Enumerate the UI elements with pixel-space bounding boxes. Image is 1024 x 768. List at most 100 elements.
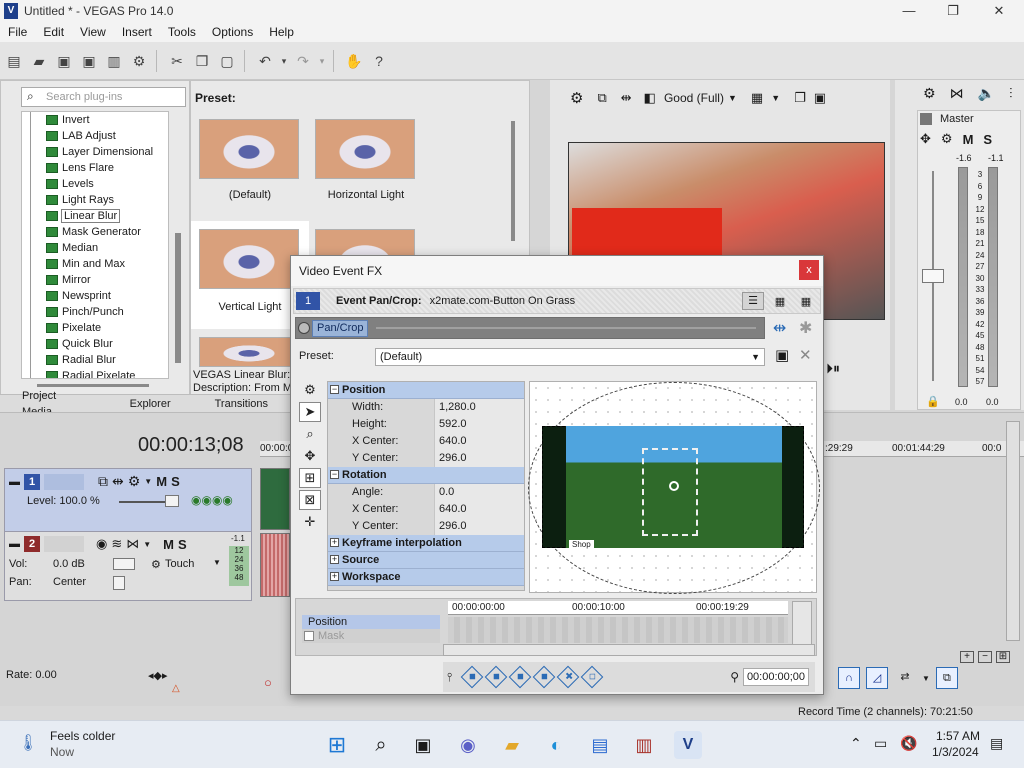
audio-pan-slider-handle[interactable] bbox=[113, 576, 125, 590]
undo-icon[interactable]: ↶ bbox=[254, 50, 276, 72]
cut-icon[interactable]: ✂ bbox=[166, 50, 188, 72]
clock-time[interactable]: 1:57 AM bbox=[936, 729, 980, 743]
plugin-item-mask-generator[interactable]: Mask Generator bbox=[22, 224, 168, 240]
menu-edit[interactable]: Edit bbox=[35, 22, 72, 42]
section-workspace[interactable]: + Workspace bbox=[328, 569, 524, 586]
section-keyframe-interpolation[interactable]: + Keyframe interpolation bbox=[328, 535, 524, 552]
downmix-icon[interactable]: ⫶ bbox=[1009, 85, 1013, 102]
lock-aspect-ratio-icon[interactable]: ⊠ bbox=[299, 490, 321, 510]
plugin-item-radial-blur[interactable]: Radial Blur bbox=[22, 352, 168, 368]
save-preset-icon[interactable]: ▣ bbox=[775, 346, 789, 364]
open-folder-icon[interactable]: ▰ bbox=[28, 50, 50, 72]
delete-preset-icon[interactable]: ✕ bbox=[799, 346, 812, 364]
play-icon[interactable]: ⏵⏸ bbox=[826, 360, 840, 377]
track-fx-gear-icon[interactable]: ⚙ bbox=[128, 473, 141, 490]
parent-composite-icons[interactable]: ◉◉◉◉ bbox=[191, 493, 233, 507]
task-view-icon[interactable]: ▣ bbox=[409, 731, 437, 759]
master-move-icon[interactable]: ✥ bbox=[920, 131, 931, 147]
ripple-edit-icon[interactable]: ✋ bbox=[343, 50, 365, 72]
prop-value[interactable]: 640.0 bbox=[434, 433, 524, 450]
mask-checkbox[interactable] bbox=[304, 631, 314, 641]
lock-icon[interactable]: 🔒 bbox=[926, 395, 940, 408]
move-freely-icon[interactable]: ✛ bbox=[299, 512, 321, 532]
expand-plus-icon[interactable]: + bbox=[330, 538, 339, 547]
chat-icon[interactable]: ◉ bbox=[454, 731, 482, 759]
prop-row-height[interactable]: Height: 592.0 bbox=[328, 416, 524, 433]
menu-file[interactable]: File bbox=[0, 22, 35, 42]
zoom-out-icon[interactable]: − bbox=[978, 651, 992, 663]
prop-value[interactable]: 640.0 bbox=[434, 501, 524, 518]
dialog-title-bar[interactable]: Video Event FX x bbox=[291, 256, 823, 286]
dialog-preset-dropdown[interactable]: (Default) ▼ bbox=[375, 348, 765, 366]
weather-icon[interactable]: 🌡 bbox=[18, 733, 38, 753]
minimize-button[interactable]: — bbox=[886, 0, 932, 22]
zoom-fit-icon[interactable]: ⊞ bbox=[996, 651, 1010, 663]
plugin-item-median[interactable]: Median bbox=[22, 240, 168, 256]
rate-slider-icon[interactable]: ◂◆▸ bbox=[148, 669, 168, 682]
video-event-clip[interactable] bbox=[260, 468, 290, 530]
ripple-mode-icon[interactable]: ⇄ bbox=[894, 667, 916, 689]
delete-keyframe-icon[interactable]: ◇ bbox=[580, 665, 604, 689]
chevron-up-icon[interactable]: ⌃ bbox=[850, 735, 862, 752]
tab-transitions[interactable]: Transitions bbox=[193, 396, 290, 412]
view-grid-icon[interactable]: ▦ bbox=[770, 295, 790, 308]
file-explorer-icon[interactable]: ▰ bbox=[498, 731, 526, 759]
plugin-item-quick-blur[interactable]: Quick Blur bbox=[22, 336, 168, 352]
preset-thumbnail-partial[interactable] bbox=[199, 337, 299, 367]
collapse-minus-icon[interactable]: − bbox=[330, 470, 339, 479]
plugin-item-levels[interactable]: Levels bbox=[22, 176, 168, 192]
options-gear-icon[interactable]: ⚙ bbox=[299, 380, 321, 400]
audio-fx-icon[interactable]: ⋈ bbox=[126, 536, 139, 552]
clock-date[interactable]: 1/3/2024 bbox=[932, 745, 979, 759]
prop-value[interactable]: 592.0 bbox=[434, 416, 524, 433]
audio-invert-icon[interactable]: ≋ bbox=[111, 536, 122, 552]
menu-options[interactable]: Options bbox=[204, 22, 261, 42]
plugin-item-pixelate[interactable]: Pixelate bbox=[22, 320, 168, 336]
render-icon[interactable]: ▥ bbox=[103, 50, 125, 72]
master-fx-icon[interactable]: ⋈ bbox=[950, 85, 964, 102]
prop-value[interactable]: 296.0 bbox=[434, 518, 524, 535]
speaker-icon[interactable]: 🔈 bbox=[978, 85, 995, 102]
enable-rotation-icon[interactable]: ✥ bbox=[299, 446, 321, 466]
view-detail-icon[interactable]: ▦ bbox=[796, 295, 816, 308]
zoom-in-icon[interactable]: + bbox=[960, 651, 974, 663]
compositing-mode-icon[interactable]: ⧉ bbox=[98, 473, 108, 490]
split-screen-icon[interactable]: ⧉ bbox=[597, 90, 606, 106]
master-fader-handle[interactable] bbox=[922, 269, 944, 283]
close-button[interactable]: ✕ bbox=[976, 0, 1022, 22]
next-keyframe-icon[interactable]: ◆ bbox=[508, 665, 532, 689]
whats-this-help-icon[interactable]: ? bbox=[368, 50, 390, 72]
menu-view[interactable]: View bbox=[72, 22, 114, 42]
master-mute-button[interactable]: M bbox=[963, 132, 974, 147]
weather-line1[interactable]: Feels colder bbox=[50, 729, 115, 743]
prop-value[interactable]: 296.0 bbox=[434, 450, 524, 467]
auto-crossfade-icon[interactable]: ◿ bbox=[866, 667, 888, 689]
menu-insert[interactable]: Insert bbox=[114, 22, 160, 42]
windows-start-icon[interactable]: ⊞ bbox=[323, 731, 351, 759]
plugin-item-invert[interactable]: Invert bbox=[22, 112, 168, 128]
preview-settings-gear-icon[interactable]: ⚙ bbox=[570, 89, 583, 107]
keyframe-horizontal-scrollbar[interactable] bbox=[443, 644, 815, 656]
preset-horizontal-light[interactable]: Horizontal Light bbox=[315, 119, 421, 201]
prop-row-width[interactable]: Width: 1,280.0 bbox=[328, 399, 524, 416]
fx-chain-item-pan-crop[interactable]: Pan/Crop bbox=[312, 320, 369, 337]
section-rotation[interactable]: − Rotation bbox=[328, 467, 524, 484]
plugin-item-lens-flare[interactable]: Lens Flare bbox=[22, 160, 168, 176]
add-keyframe-icon[interactable]: ✚ bbox=[556, 665, 580, 689]
winrar-icon[interactable]: ▥ bbox=[630, 731, 658, 759]
menu-tools[interactable]: Tools bbox=[160, 22, 204, 42]
prop-row-rot-y-center[interactable]: Y Center: 296.0 bbox=[328, 518, 524, 535]
save-icon[interactable]: ▣ bbox=[53, 50, 75, 72]
keyframe-track[interactable] bbox=[448, 617, 788, 643]
prop-row-angle[interactable]: Angle: 0.0 bbox=[328, 484, 524, 501]
arm-record-icon[interactable]: ◉ bbox=[96, 536, 107, 552]
track-collapse-icon[interactable]: ▬ bbox=[9, 476, 20, 488]
plugin-item-mirror[interactable]: Mirror bbox=[22, 272, 168, 288]
prop-row-y-center[interactable]: Y Center: 296.0 bbox=[328, 450, 524, 467]
section-source[interactable]: + Source bbox=[328, 552, 524, 569]
chevron-down-icon[interactable]: ▼ bbox=[771, 93, 780, 103]
network-icon[interactable]: ▭ bbox=[874, 735, 887, 752]
volume-muted-icon[interactable]: 🔇 bbox=[900, 735, 917, 752]
plugin-item-min-and-max[interactable]: Min and Max bbox=[22, 256, 168, 272]
audio-event-clip[interactable] bbox=[260, 533, 290, 597]
